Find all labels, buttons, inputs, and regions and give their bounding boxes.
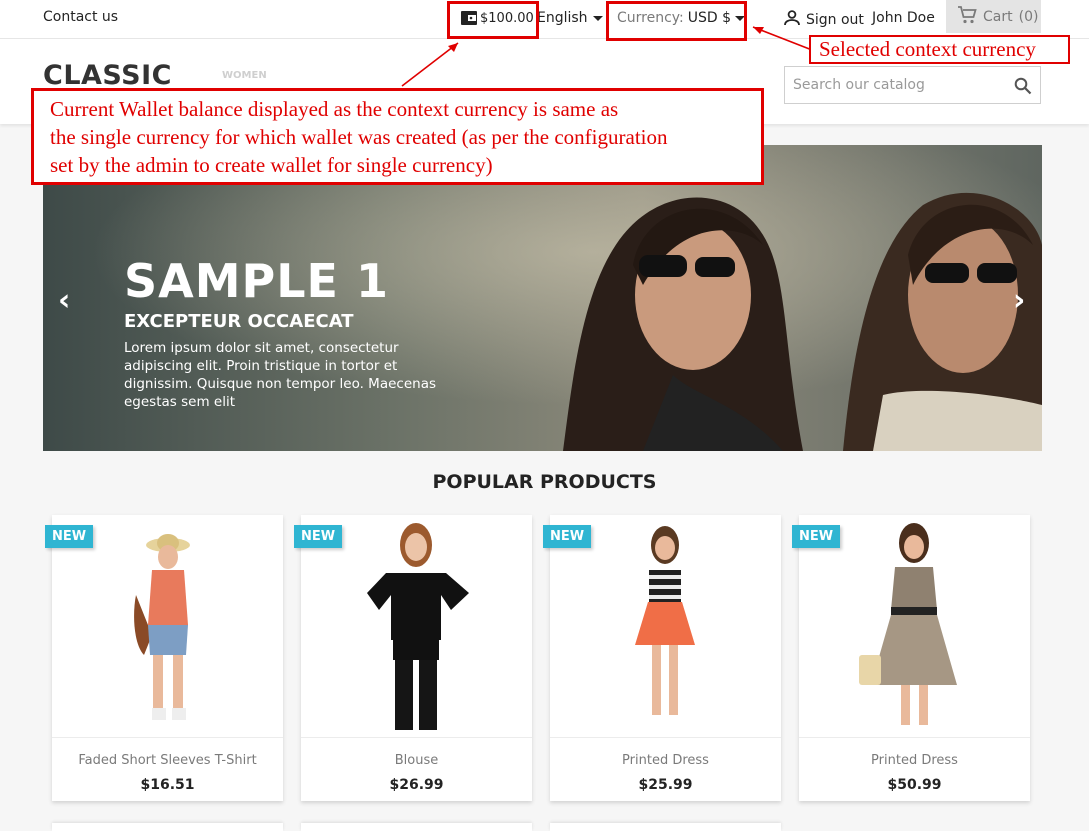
- annotation-line: the single currency for which wallet was…: [50, 125, 668, 149]
- annotation-line: set by the admin to create wallet for si…: [50, 153, 493, 177]
- wallet-balance-annotation: Current Wallet balance displayed as the …: [31, 88, 764, 185]
- annotation-line: Current Wallet balance displayed as the …: [50, 97, 619, 121]
- selected-currency-annotation: Selected context currency: [809, 35, 1070, 64]
